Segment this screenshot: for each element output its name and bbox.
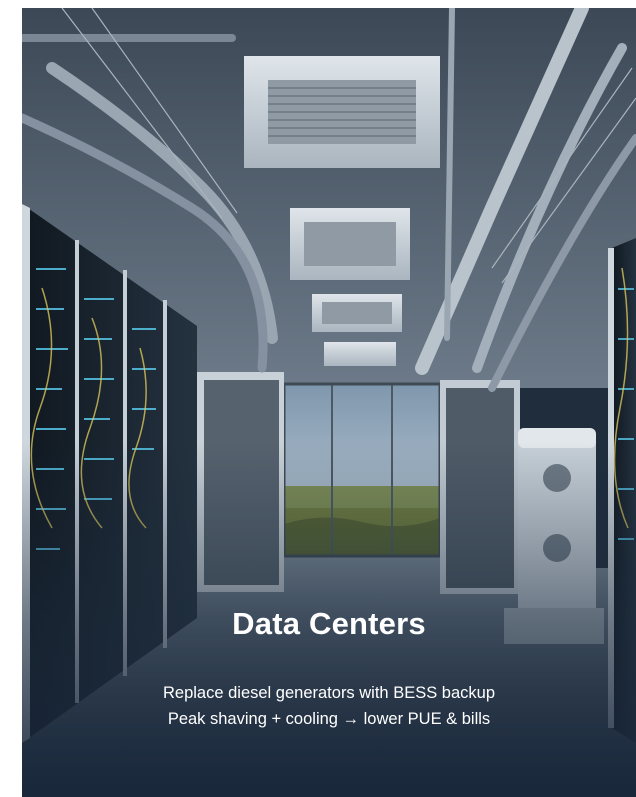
data-centers-card[interactable]: Data Centers Replace diesel generators w… [22,8,636,797]
server-room-image [22,8,636,797]
